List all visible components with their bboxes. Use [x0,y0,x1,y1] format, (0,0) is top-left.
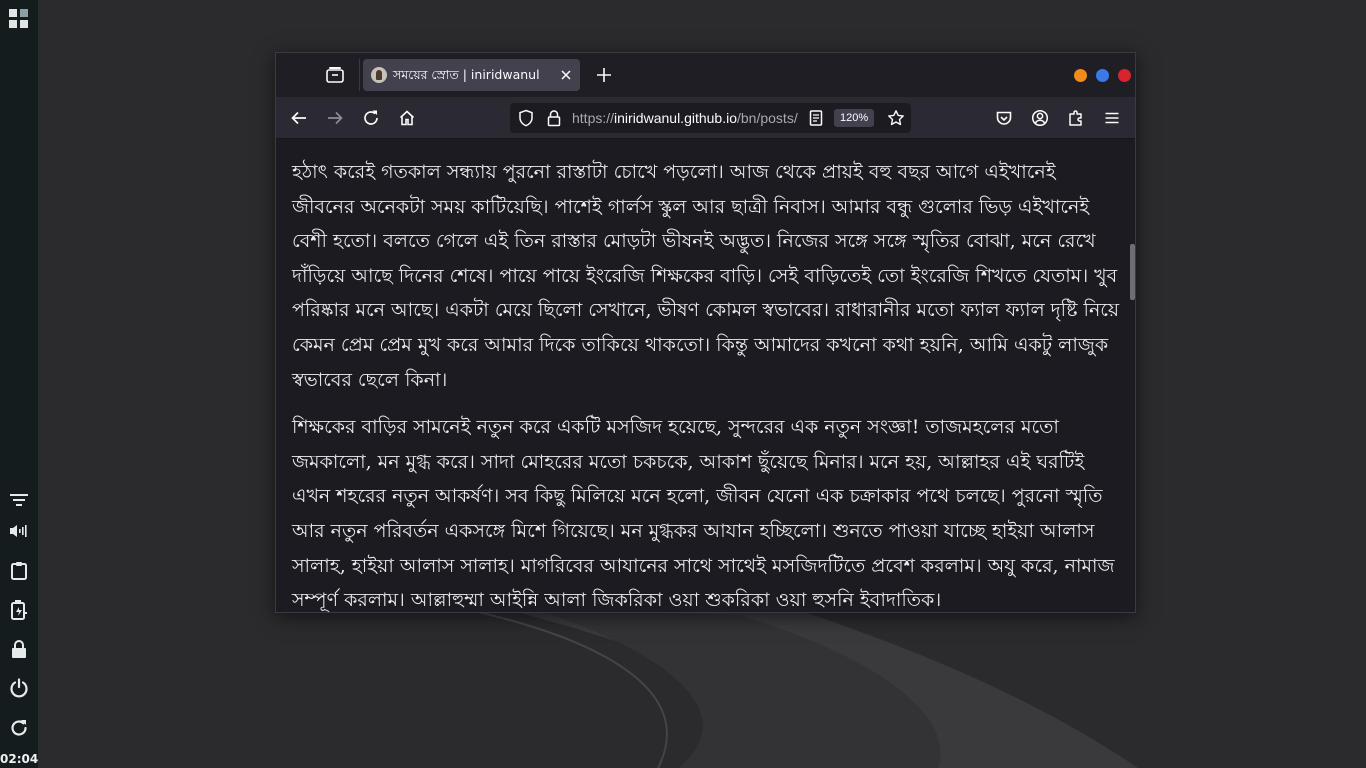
extensions-icon[interactable] [1066,108,1086,128]
clock: 02:04 [0,752,39,766]
volume-icon[interactable] [9,521,29,541]
url-text[interactable]: https://iniridwanul.github.io/bn/posts/ [572,110,800,126]
zoom-level-button[interactable]: 120% [834,109,875,127]
lock-icon[interactable] [9,639,29,659]
url-path: /bn/posts/ [737,110,798,126]
close-tab-icon[interactable] [558,67,574,83]
bookmark-star-icon[interactable] [886,108,906,128]
minimize-button[interactable] [1074,69,1087,82]
tab-active[interactable]: সময়ের স্রোত | iniridwanul [363,59,580,91]
address-bar[interactable]: https://iniridwanul.github.io/bn/posts/ … [510,103,911,133]
tab-title: সময়ের স্রোত | iniridwanul [393,67,540,82]
menu-icon[interactable] [1102,108,1122,128]
tab-separator [359,59,360,91]
maximize-button[interactable] [1096,69,1109,82]
battery-icon[interactable] [9,600,29,620]
filter-icon[interactable] [9,491,29,511]
reader-view-icon[interactable] [806,108,826,128]
taskbar: 02:04 [0,0,38,768]
restart-icon[interactable] [9,718,29,738]
scrollbar-thumb[interactable] [1130,244,1135,300]
home-icon[interactable] [397,108,417,128]
article-paragraph: শিক্ষকের বাড়ির সামনেই নতুন করে একটি মসজ… [292,416,1115,612]
apps-grid-icon[interactable] [9,9,29,29]
reload-icon[interactable] [361,108,381,128]
forward-icon[interactable] [325,108,345,128]
url-host: iniridwanul.github.io [614,110,737,126]
tab-list-icon[interactable] [325,66,345,84]
lock-icon[interactable] [544,108,564,128]
account-icon[interactable] [1030,108,1050,128]
back-icon[interactable] [289,108,309,128]
pocket-icon[interactable] [994,108,1014,128]
page-content: হঠাৎ করেই গতকাল সন্ধ্যায় পুরনো রাস্তাটা… [276,139,1135,612]
power-icon[interactable] [9,678,29,698]
url-prefix: https:// [572,110,615,126]
tab-bar: সময়ের স্রোত | iniridwanul [276,53,1135,97]
navigation-toolbar: https://iniridwanul.github.io/bn/posts/ … [276,97,1135,139]
clipboard-icon[interactable] [9,561,29,581]
close-window-button[interactable] [1118,69,1131,82]
shield-icon[interactable] [516,108,536,128]
new-tab-icon[interactable] [595,66,613,84]
browser-window: সময়ের স্রোত | iniridwanul https://iniri… [275,52,1136,613]
article-paragraph: হঠাৎ করেই গতকাল সন্ধ্যায় পুরনো রাস্তাটা… [292,161,1120,391]
site-favicon-icon [371,67,387,83]
